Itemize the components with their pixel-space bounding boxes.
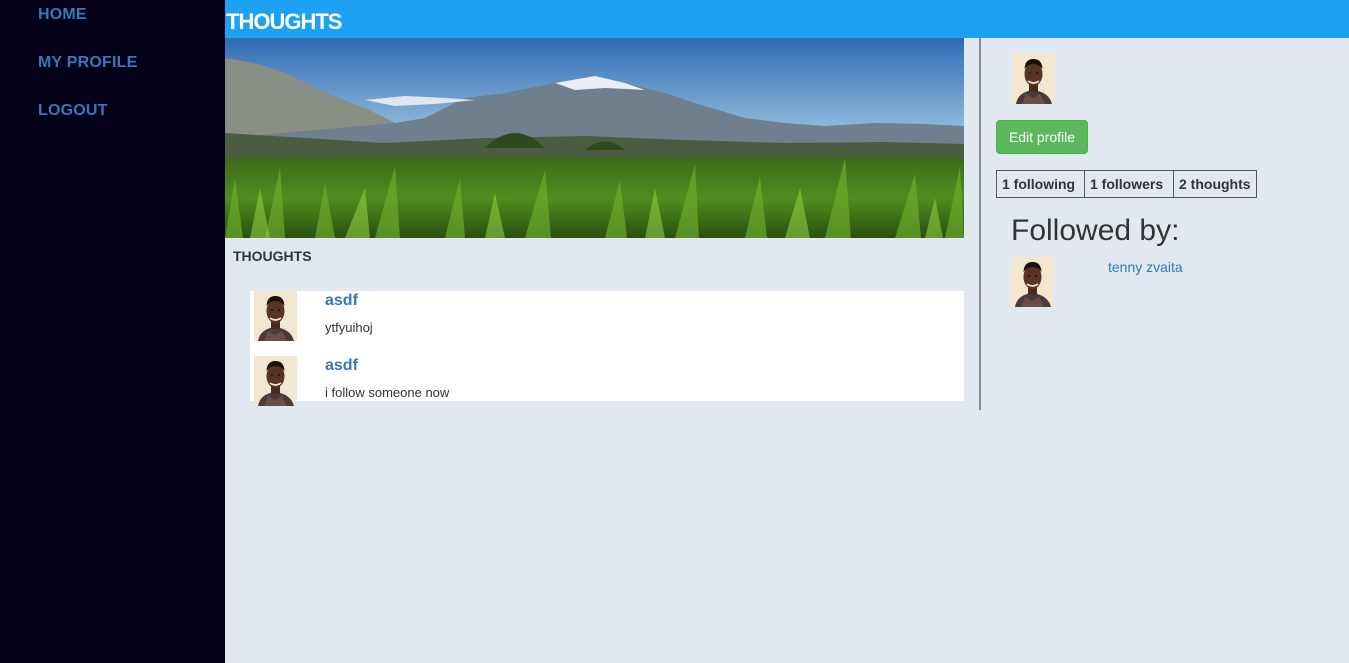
column-divider — [979, 38, 981, 410]
cover-image — [225, 38, 964, 238]
thoughts-section-heading: THOUGHTS — [233, 248, 312, 264]
nav-my-profile-link[interactable]: MY PROFILE — [38, 54, 138, 72]
edit-profile-button[interactable]: Edit profile — [996, 120, 1088, 154]
thought-text: ytfyuihoj — [325, 320, 373, 335]
page-title: THOUGHTS — [226, 9, 342, 34]
thought-author-link[interactable]: asdf — [325, 292, 358, 310]
thoughts-list: asdf ytfyuihoj asdf i follow someone now — [250, 291, 964, 401]
nav-logout-link[interactable]: LOGOUT — [38, 102, 108, 120]
thought-text: i follow someone now — [325, 385, 450, 400]
profile-stats: 1 following 1 followers 2 thoughts — [996, 170, 1257, 198]
author-avatar[interactable] — [254, 356, 297, 406]
sidebar: HOME MY PROFILE LOGOUT — [0, 0, 225, 663]
nav-home-link[interactable]: HOME — [38, 6, 87, 24]
top-bar: THOUGHTS — [225, 0, 1349, 38]
following-count[interactable]: 1 following — [996, 170, 1085, 198]
thoughts-count[interactable]: 2 thoughts — [1174, 170, 1257, 198]
followers-count[interactable]: 1 followers — [1085, 170, 1174, 198]
landscape-image — [225, 38, 964, 238]
author-avatar[interactable] — [254, 291, 297, 341]
follower-avatar[interactable] — [1011, 257, 1054, 307]
thought-author-link[interactable]: asdf — [325, 357, 358, 375]
followed-by-heading: Followed by: — [1011, 214, 1180, 247]
follower-name-link[interactable]: tenny zvaita — [1108, 259, 1183, 275]
thought-item: asdf ytfyuihoj — [250, 291, 964, 346]
thought-item: asdf i follow someone now — [250, 356, 964, 411]
profile-avatar — [1012, 54, 1055, 104]
